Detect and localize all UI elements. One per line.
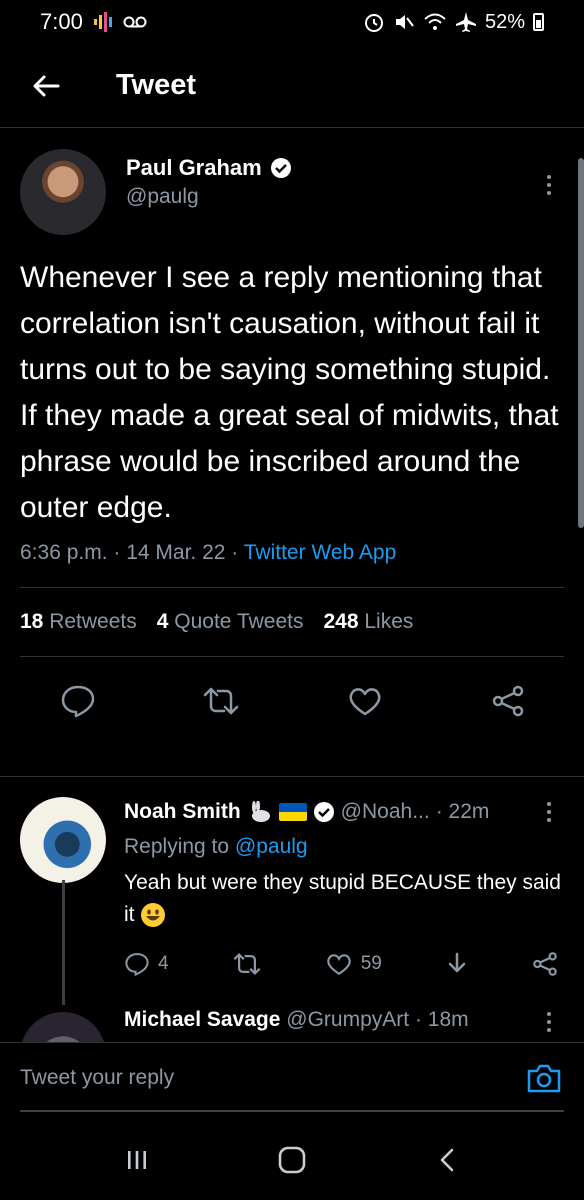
tweet-actions	[20, 657, 564, 739]
retweets-count-link[interactable]: 18 Retweets	[20, 610, 137, 634]
compose-bar	[0, 1042, 584, 1112]
retweet-icon	[204, 687, 239, 715]
system-back-button[interactable]	[417, 1130, 477, 1190]
reply-more-options-button[interactable]	[534, 797, 564, 827]
top-bar: Tweet	[0, 44, 584, 128]
author-name[interactable]: Paul Graham	[126, 155, 262, 181]
mute-icon	[395, 15, 414, 29]
share-icon	[492, 685, 524, 717]
reply-time: · 22m	[435, 800, 490, 823]
podcast-icon	[93, 12, 112, 32]
battery-percent: 52%	[484, 10, 525, 33]
replying-to-handle-link[interactable]: @paulg	[235, 835, 308, 858]
more-options-button[interactable]	[534, 163, 564, 207]
avatar[interactable]	[20, 797, 106, 883]
home-button[interactable]	[262, 1130, 322, 1190]
reply-tweet[interactable]: Noah Smith @Noah... · 22m Replying to @p…	[0, 776, 584, 977]
likes-count-link[interactable]: 248 Likes	[323, 610, 413, 634]
like-button[interactable]	[345, 681, 385, 721]
engagement-counts: 18 Retweets 4 Quote Tweets 248 Likes	[20, 588, 564, 656]
replying-to: Replying to @paulg	[124, 835, 308, 858]
retweet-icon	[233, 952, 261, 976]
reply-download-button[interactable]	[445, 951, 469, 977]
main-tweet: Paul Graham @paulg Whenever I see a repl…	[0, 129, 584, 739]
reply-input[interactable]	[20, 1065, 524, 1090]
voicemail-icon	[123, 16, 147, 28]
reply-author-handle[interactable]: @Noah...	[341, 800, 430, 824]
reply-like-button[interactable]: 59	[325, 952, 382, 976]
reply-author-name[interactable]: Noah Smith	[124, 800, 241, 824]
home-icon	[278, 1146, 306, 1174]
retweet-button[interactable]	[201, 681, 241, 721]
recent-apps-icon	[128, 1151, 147, 1169]
heart-icon	[327, 954, 351, 975]
tweet-source-link[interactable]: Twitter Web App	[244, 541, 397, 564]
rabbit-icon	[251, 801, 270, 822]
reply-retweet-button[interactable]	[232, 952, 262, 976]
tweet-meta: 6:36 p.m. · 14 Mar. 22 · Twitter Web App	[20, 541, 564, 565]
ukraine-flag-icon	[278, 803, 307, 821]
status-bar: 7:00 52%	[0, 0, 584, 44]
quotes-count-link[interactable]: 4 Quote Tweets	[157, 610, 304, 634]
next-reply-more-options-button[interactable]	[534, 1006, 564, 1038]
airplane-icon	[455, 12, 476, 32]
recent-apps-button[interactable]	[107, 1130, 167, 1190]
reply-actions: 4 59	[124, 951, 564, 977]
reply-count: 4	[158, 953, 169, 974]
back-button[interactable]	[20, 60, 72, 112]
share-icon	[533, 952, 557, 976]
chevron-left-icon	[440, 1148, 453, 1172]
next-reply-tweet[interactable]: Michael Savage @GrumpyArt · 18m	[0, 1006, 584, 1042]
reply-share-button[interactable]	[532, 951, 558, 977]
next-reply-time: · 18m	[414, 1008, 469, 1031]
like-count: 59	[360, 953, 382, 974]
camera-icon	[527, 1064, 561, 1092]
reply-text: Yeah but were they stupid BECAUSE they s…	[124, 871, 561, 926]
download-icon	[448, 952, 466, 973]
camera-button[interactable]	[524, 1058, 564, 1098]
battery-icon	[533, 13, 544, 31]
avatar[interactable]	[20, 149, 106, 235]
verified-badge-icon	[270, 158, 291, 178]
avatar[interactable]	[20, 1012, 106, 1042]
reply-button[interactable]	[58, 681, 98, 721]
alarm-icon	[364, 14, 383, 32]
status-time: 7:00	[40, 9, 83, 34]
tweet-text: Whenever I see a reply mentioning that c…	[20, 261, 559, 524]
thread-line	[62, 880, 65, 1005]
page-title: Tweet	[116, 69, 197, 101]
system-nav-bar	[0, 1120, 584, 1200]
back-arrow-icon	[33, 75, 60, 96]
tweet-timestamp: 6:36 p.m. · 14 Mar. 22 ·	[20, 541, 244, 564]
wifi-icon	[424, 13, 446, 30]
compose-underline	[20, 1110, 564, 1112]
author-handle[interactable]: @paulg	[126, 185, 292, 209]
next-reply-handle[interactable]: @GrumpyArt	[286, 1008, 409, 1031]
verified-badge-icon	[313, 802, 334, 822]
next-reply-author-name[interactable]: Michael Savage	[124, 1008, 280, 1031]
heart-icon	[349, 688, 381, 716]
reply-icon	[125, 953, 149, 976]
reply-reply-button[interactable]: 4	[124, 952, 169, 976]
grinning-face-emoji-icon	[141, 903, 166, 928]
share-button[interactable]	[488, 681, 528, 721]
reply-icon	[61, 685, 95, 718]
